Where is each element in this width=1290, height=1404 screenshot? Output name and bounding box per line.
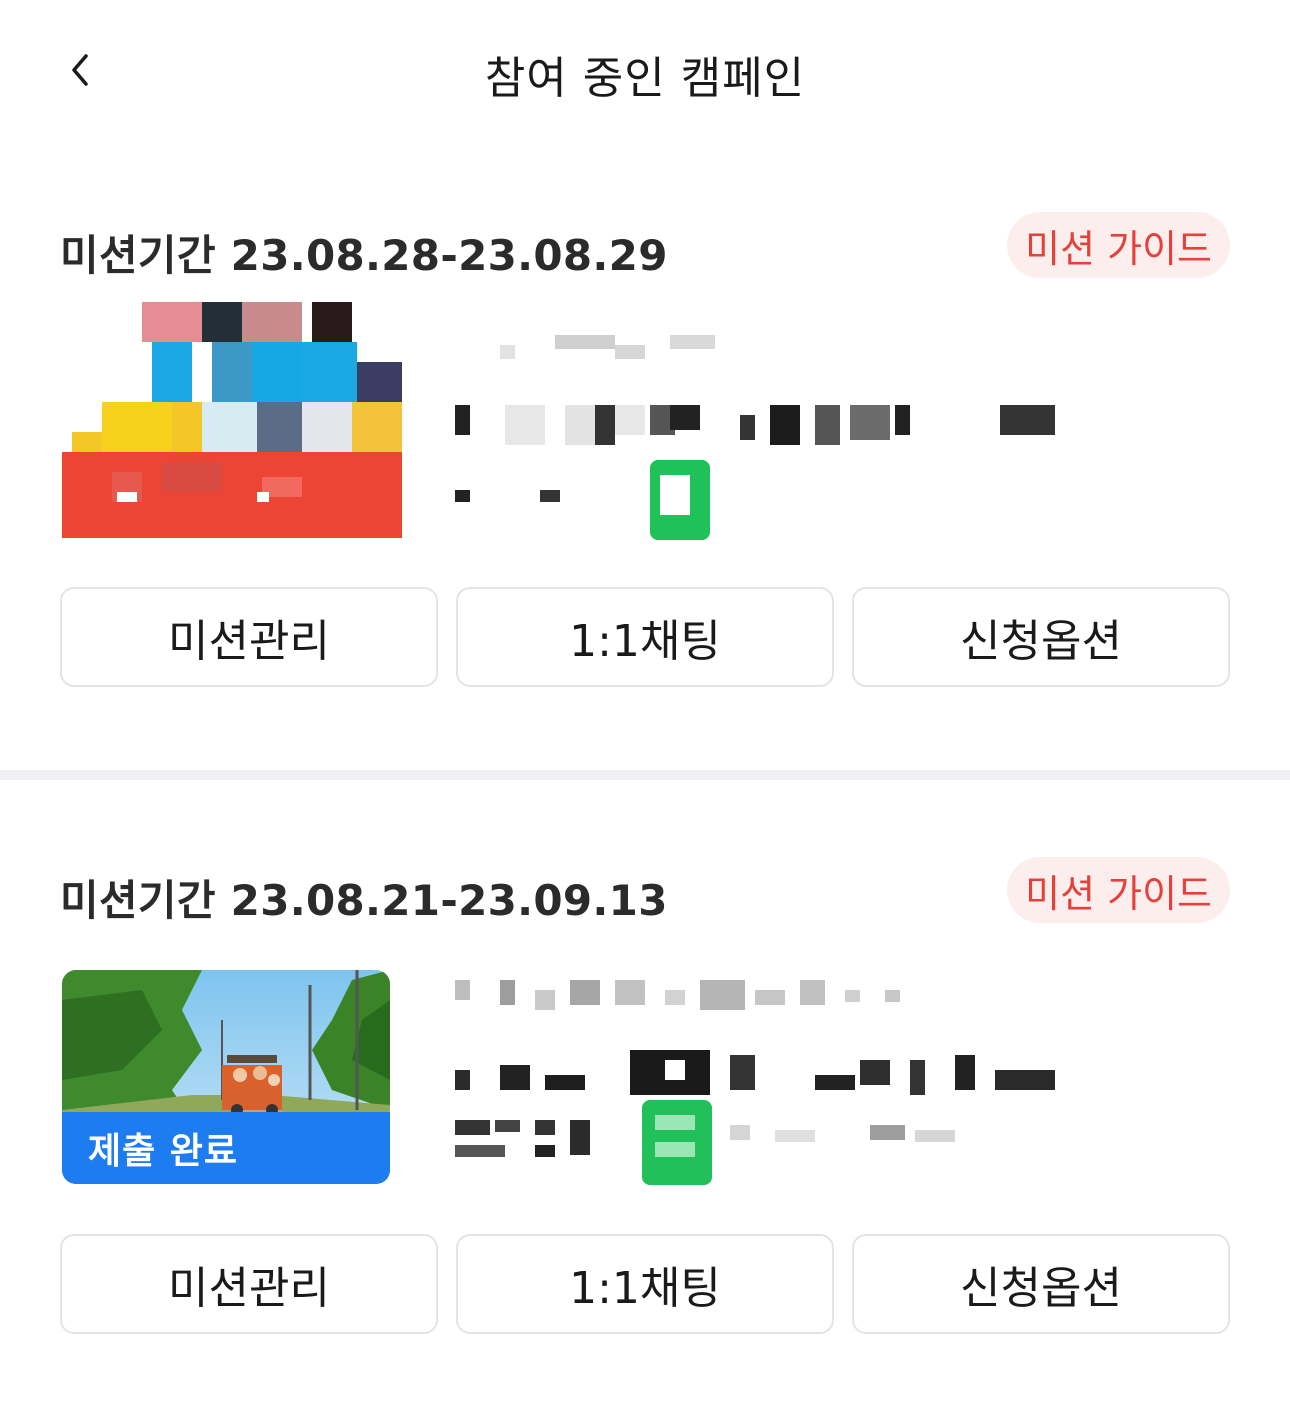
section-divider (0, 770, 1290, 780)
chat-button[interactable]: 1:1채팅 (456, 1234, 834, 1334)
page-title: 참여 중인 캠페인 (484, 53, 806, 104)
mission-manage-button[interactable]: 미션관리 (60, 1234, 438, 1334)
campaign-actions: 미션관리 1:1채팅 신청옵션 (60, 1234, 1230, 1338)
chat-button[interactable]: 1:1채팅 (456, 587, 834, 687)
campaign-info-redacted[interactable] (455, 970, 1075, 1190)
campaign-actions: 미션관리 1:1채팅 신청옵션 (60, 587, 1230, 691)
submitted-badge: 제출 완료 (62, 1112, 390, 1184)
campaign-card: 미션기간 23.08.28-23.08.29 미션 가이드 미션관리 1:1채팅… (0, 200, 1290, 775)
campaign-thumbnail[interactable] (62, 302, 402, 538)
apply-options-button[interactable]: 신청옵션 (852, 587, 1230, 687)
redacted-text (455, 335, 1055, 540)
campaign-info-redacted[interactable] (455, 325, 1075, 545)
redacted-thumbnail-image (62, 302, 402, 538)
campaign-card: 미션기간 23.08.21-23.09.13 미션 가이드 제출 완료 미션관리… (0, 845, 1290, 1365)
campaign-thumbnail[interactable]: 제출 완료 (62, 970, 390, 1184)
mission-period: 미션기간 23.08.28-23.08.29 (60, 231, 668, 280)
mission-manage-button[interactable]: 미션관리 (60, 587, 438, 687)
mission-guide-button[interactable]: 미션 가이드 (1007, 212, 1230, 278)
mission-guide-button[interactable]: 미션 가이드 (1007, 857, 1230, 923)
apply-options-button[interactable]: 신청옵션 (852, 1234, 1230, 1334)
app-header: 참여 중인 캠페인 (0, 0, 1290, 140)
mission-period: 미션기간 23.08.21-23.09.13 (60, 876, 668, 925)
redacted-text (455, 980, 1055, 1185)
